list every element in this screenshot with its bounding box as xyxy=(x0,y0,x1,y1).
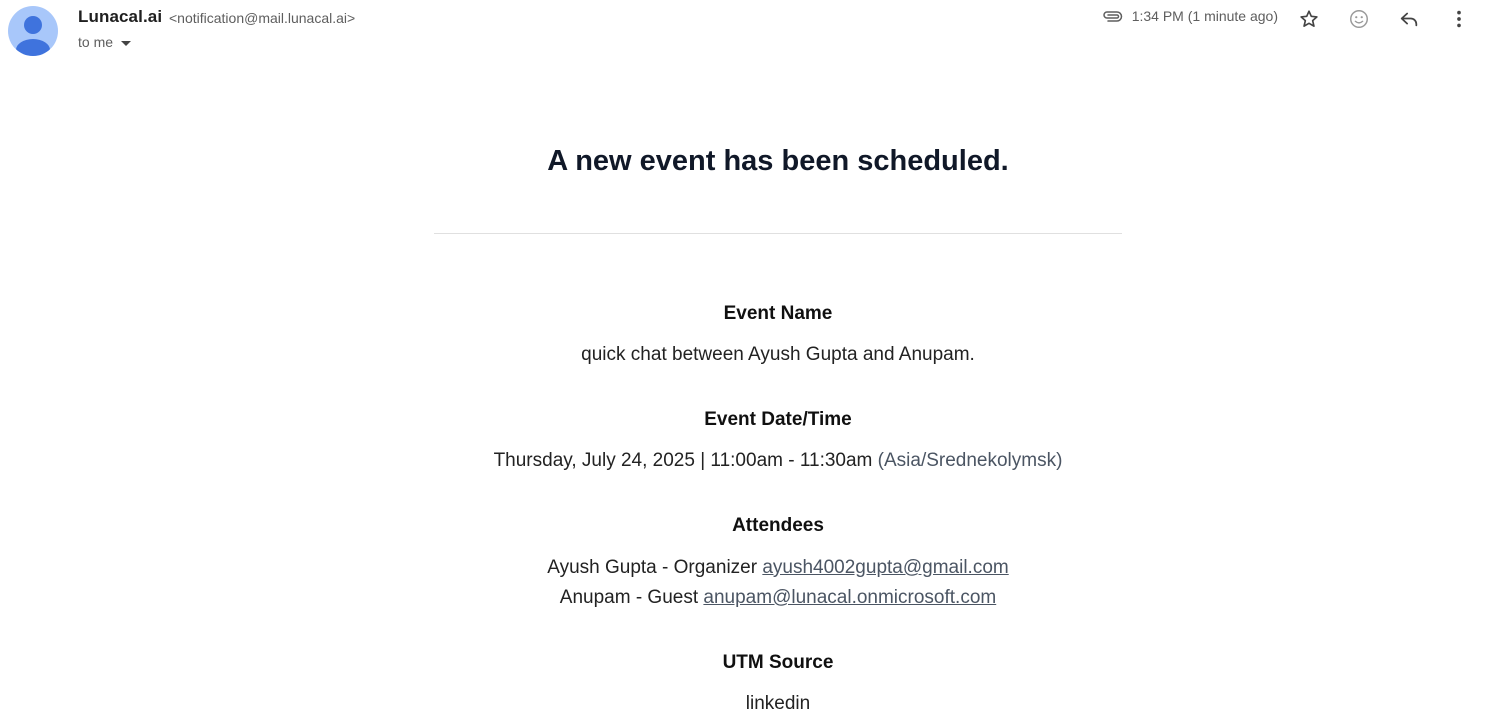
event-datetime-text: Thursday, July 24, 2025 | 11:00am - 11:3… xyxy=(493,450,873,471)
attendee-row: Anupam - Guest anupam@lunacal.onmicrosof… xyxy=(434,587,1122,609)
sender-email: <notification@mail.lunacal.ai> xyxy=(169,10,356,26)
reply-button[interactable] xyxy=(1384,4,1434,34)
recipient-details-toggle[interactable]: to me xyxy=(78,34,132,50)
emoji-icon xyxy=(1350,10,1368,28)
divider xyxy=(434,233,1122,234)
recipient-label: to me xyxy=(78,34,114,50)
sender-avatar[interactable] xyxy=(8,6,58,56)
email-timestamp: 1:34 PM (1 minute ago) xyxy=(1131,8,1278,24)
attendees-label: Attendees xyxy=(732,515,824,536)
email-meta: 1:34 PM (1 minute ago) xyxy=(1102,8,1278,24)
event-name-label: Event Name xyxy=(723,303,833,324)
event-timezone: (Asia/Srednekolymsk) xyxy=(877,450,1063,471)
attendee-email-link[interactable]: anupam@lunacal.onmicrosoft.com xyxy=(703,587,996,608)
person-icon xyxy=(16,16,50,56)
attendee-name: Anupam - Guest xyxy=(559,587,699,608)
event-datetime-value: Thursday, July 24, 2025 | 11:00am - 11:3… xyxy=(434,450,1122,472)
attachment-icon xyxy=(1102,9,1124,23)
star-button[interactable] xyxy=(1284,4,1334,34)
email-headline: A new event has been scheduled. xyxy=(547,145,1009,177)
utm-source-value: linkedin xyxy=(745,693,811,714)
reply-icon xyxy=(1400,12,1418,27)
email-body: A new event has been scheduled. Event Na… xyxy=(434,110,1122,714)
utm-source-label: UTM Source xyxy=(722,652,834,673)
event-datetime-label: Event Date/Time xyxy=(704,409,852,430)
event-name-value: quick chat between Ayush Gupta and Anupa… xyxy=(581,344,975,365)
email-actions xyxy=(1284,4,1484,34)
add-reaction-button[interactable] xyxy=(1334,4,1384,34)
attendee-row: Ayush Gupta - Organizer ayush4002gupta@g… xyxy=(434,557,1122,579)
more-options-button[interactable] xyxy=(1434,4,1484,34)
star-icon xyxy=(1300,10,1318,27)
chevron-down-icon xyxy=(121,40,132,46)
email-header: Lunacal.ai <notification@mail.lunacal.ai… xyxy=(0,0,1488,60)
more-vert-icon xyxy=(1457,10,1461,28)
sender-name[interactable]: Lunacal.ai xyxy=(78,7,162,27)
attendee-name: Ayush Gupta - Organizer xyxy=(547,557,758,578)
attendee-email-link[interactable]: ayush4002gupta@gmail.com xyxy=(762,557,1008,578)
